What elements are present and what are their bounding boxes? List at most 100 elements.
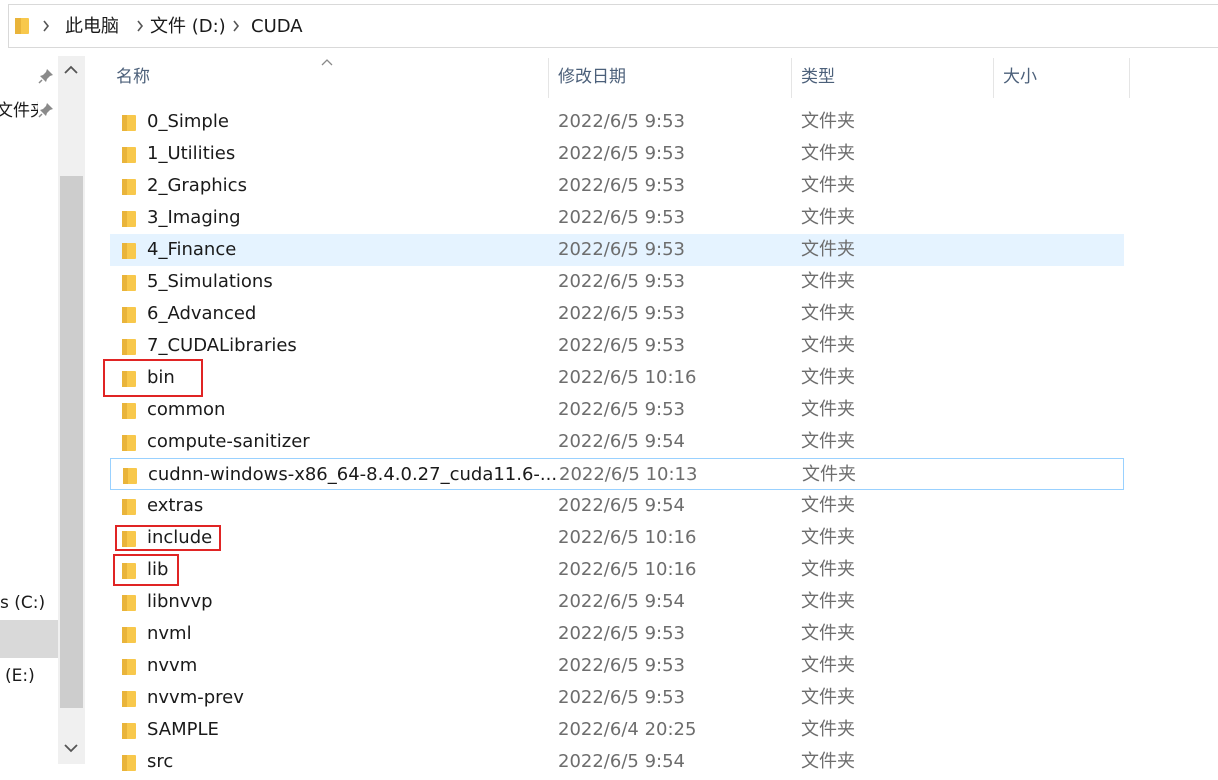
- file-name[interactable]: 4_Finance: [147, 239, 236, 261]
- file-modified-date: 2022/6/5 9:53: [558, 623, 685, 644]
- file-modified-date: 2022/6/5 9:53: [558, 175, 685, 196]
- file-modified-date: 2022/6/5 9:53: [558, 239, 685, 260]
- file-type: 文件夹: [801, 751, 855, 772]
- nav-item-drive-c[interactable]: s (C:): [0, 593, 45, 613]
- file-name[interactable]: 7_CUDALibraries: [147, 335, 297, 357]
- file-row[interactable]: 2_Graphics 2022/6/5 9:53 文件夹: [110, 170, 1124, 202]
- file-type: 文件夹: [801, 175, 855, 196]
- file-row[interactable]: src 2022/6/5 9:54 文件夹: [110, 746, 1124, 778]
- breadcrumb-this-pc[interactable]: 此电脑: [65, 16, 119, 38]
- file-row[interactable]: bin 2022/6/5 10:16 文件夹: [110, 362, 1124, 394]
- file-row[interactable]: 4_Finance 2022/6/5 9:53 文件夹: [110, 234, 1124, 266]
- file-name[interactable]: nvvm: [147, 655, 197, 677]
- file-type: 文件夹: [801, 495, 855, 516]
- file-name[interactable]: 0_Simple: [147, 111, 229, 133]
- file-name[interactable]: 2_Graphics: [147, 175, 247, 197]
- file-row[interactable]: 5_Simulations 2022/6/5 9:53 文件夹: [110, 266, 1124, 298]
- file-name[interactable]: libnvvp: [147, 591, 213, 613]
- file-name[interactable]: compute-sanitizer: [147, 431, 310, 453]
- nav-item-drive-e[interactable]: (E:): [5, 666, 35, 686]
- scrollbar-thumb[interactable]: [60, 176, 83, 708]
- file-name[interactable]: 3_Imaging: [147, 207, 241, 229]
- file-row[interactable]: SAMPLE 2022/6/4 20:25 文件夹: [110, 714, 1124, 746]
- file-name[interactable]: extras: [147, 495, 203, 517]
- chevron-right-icon[interactable]: [231, 19, 241, 33]
- file-name[interactable]: 1_Utilities: [147, 143, 235, 165]
- annotation-highlight-box: [103, 359, 203, 397]
- folder-icon: [122, 659, 136, 675]
- column-divider[interactable]: [1129, 58, 1130, 98]
- file-row[interactable]: cudnn-windows-x86_64-8.4.0.27_cuda11.6-.…: [110, 458, 1124, 490]
- column-header-name[interactable]: 名称: [116, 66, 150, 88]
- file-modified-date: 2022/6/4 20:25: [558, 719, 697, 740]
- file-name[interactable]: nvml: [147, 623, 192, 645]
- folder-icon: [122, 179, 136, 195]
- file-name[interactable]: 6_Advanced: [147, 303, 256, 325]
- file-type: 文件夹: [801, 655, 855, 676]
- folder-icon: [123, 468, 137, 484]
- breadcrumb-drive-d[interactable]: 文件 (D:): [150, 16, 226, 38]
- file-modified-date: 2022/6/5 9:53: [558, 303, 685, 324]
- file-type: 文件夹: [801, 527, 855, 548]
- file-name[interactable]: 5_Simulations: [147, 271, 273, 293]
- file-modified-date: 2022/6/5 9:53: [558, 687, 685, 708]
- file-row[interactable]: nvvm-prev 2022/6/5 9:53 文件夹: [110, 682, 1124, 714]
- folder-icon: [122, 115, 136, 131]
- chevron-down-icon[interactable]: [62, 740, 80, 756]
- file-row[interactable]: 1_Utilities 2022/6/5 9:53 文件夹: [110, 138, 1124, 170]
- file-row[interactable]: include 2022/6/5 10:16 文件夹: [110, 522, 1124, 554]
- file-row[interactable]: nvvm 2022/6/5 9:53 文件夹: [110, 650, 1124, 682]
- file-row[interactable]: compute-sanitizer 2022/6/5 9:54 文件夹: [110, 426, 1124, 458]
- folder-icon: [122, 211, 136, 227]
- file-type: 文件夹: [801, 431, 855, 452]
- file-row[interactable]: 6_Advanced 2022/6/5 9:53 文件夹: [110, 298, 1124, 330]
- column-header-type[interactable]: 类型: [801, 66, 835, 88]
- chevron-right-icon[interactable]: [135, 19, 145, 33]
- file-name[interactable]: nvvm-prev: [147, 687, 244, 709]
- pin-icon[interactable]: [38, 68, 54, 84]
- column-divider[interactable]: [791, 58, 792, 98]
- folder-icon: [122, 627, 136, 643]
- address-bar[interactable]: 此电脑 文件 (D:) CUDA: [8, 4, 1218, 48]
- file-type: 文件夹: [801, 591, 855, 612]
- folder-icon: [122, 691, 136, 707]
- folder-icon: [122, 339, 136, 355]
- folder-icon: [15, 18, 29, 34]
- column-divider[interactable]: [993, 58, 994, 98]
- file-name[interactable]: cudnn-windows-x86_64-8.4.0.27_cuda11.6-.…: [148, 464, 557, 486]
- file-row[interactable]: 3_Imaging 2022/6/5 9:53 文件夹: [110, 202, 1124, 234]
- folder-icon: [122, 147, 136, 163]
- file-modified-date: 2022/6/5 9:54: [558, 591, 685, 612]
- file-type: 文件夹: [801, 687, 855, 708]
- folder-icon: [122, 595, 136, 611]
- file-row[interactable]: 7_CUDALibraries 2022/6/5 9:53 文件夹: [110, 330, 1124, 362]
- folder-icon: [122, 243, 136, 259]
- file-name[interactable]: common: [147, 399, 225, 421]
- file-row[interactable]: libnvvp 2022/6/5 9:54 文件夹: [110, 586, 1124, 618]
- file-modified-date: 2022/6/5 9:54: [558, 431, 685, 452]
- breadcrumb-cuda[interactable]: CUDA: [251, 16, 303, 38]
- file-type: 文件夹: [801, 303, 855, 324]
- folder-icon: [122, 723, 136, 739]
- file-type: 文件夹: [801, 335, 855, 356]
- file-row[interactable]: common 2022/6/5 9:53 文件夹: [110, 394, 1124, 426]
- column-header-modified[interactable]: 修改日期: [558, 66, 626, 88]
- file-modified-date: 2022/6/5 10:16: [558, 559, 697, 580]
- file-row[interactable]: extras 2022/6/5 9:54 文件夹: [110, 490, 1124, 522]
- file-modified-date: 2022/6/5 9:53: [558, 143, 685, 164]
- file-row[interactable]: 0_Simple 2022/6/5 9:53 文件夹: [110, 106, 1124, 138]
- file-row[interactable]: nvml 2022/6/5 9:53 文件夹: [110, 618, 1124, 650]
- pin-icon[interactable]: [38, 102, 54, 118]
- nav-selected-item-bg[interactable]: [0, 620, 58, 658]
- file-name[interactable]: SAMPLE: [147, 719, 219, 741]
- annotation-highlight-box: [115, 525, 221, 551]
- chevron-up-icon[interactable]: [62, 62, 80, 78]
- file-name[interactable]: src: [147, 751, 173, 773]
- nav-item-documents[interactable]: 文件夹: [0, 101, 38, 121]
- chevron-right-icon[interactable]: [41, 19, 51, 33]
- file-row[interactable]: lib 2022/6/5 10:16 文件夹: [110, 554, 1124, 586]
- column-header-size[interactable]: 大小: [1003, 66, 1037, 88]
- file-type: 文件夹: [801, 367, 855, 388]
- column-divider[interactable]: [548, 58, 549, 98]
- nav-scrollbar[interactable]: [58, 56, 85, 764]
